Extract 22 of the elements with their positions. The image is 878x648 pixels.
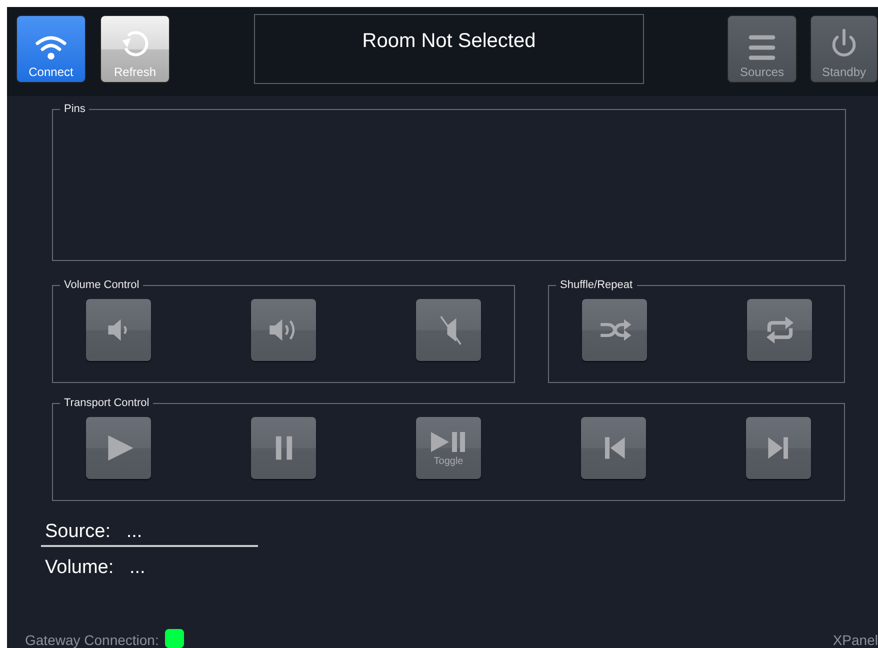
pause-button[interactable] [251,417,316,479]
panel-title: Pins [63,103,86,115]
play-button[interactable] [86,417,151,479]
app-name: XPanel [832,632,878,648]
toggle-button[interactable]: Toggle [416,417,481,479]
wifi-icon [34,34,68,61]
volume-down-button[interactable] [86,299,151,361]
panel-title: Shuffle/Repeat [559,279,634,291]
panel-title: Transport Control [63,397,150,409]
panel-title: Volume Control [63,279,140,291]
connect-button[interactable]: Connect [16,15,86,83]
source-readout: Source: ... [45,521,142,543]
refresh-button[interactable]: Refresh [100,15,170,83]
room-display: Room Not Selected [254,14,644,84]
shuffle-button[interactable] [582,299,647,361]
previous-button[interactable] [581,417,646,479]
volume-up-button[interactable] [251,299,316,361]
gateway-label: Gateway Connection: [25,632,159,648]
repeat-button[interactable] [747,299,812,361]
volume-readout: Volume: ... [45,557,146,579]
next-button[interactable] [746,417,811,479]
mute-button[interactable] [416,299,481,361]
